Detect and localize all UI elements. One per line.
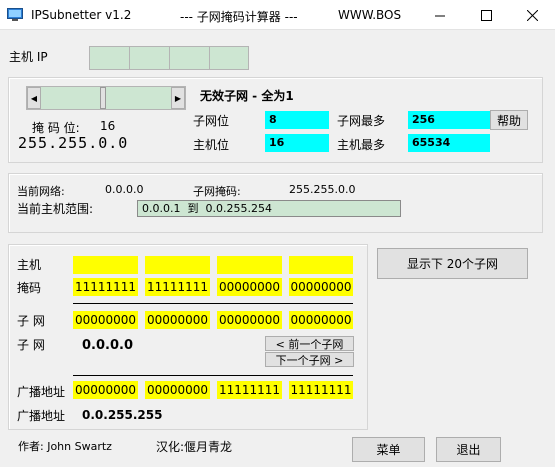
broadcast-binary-label: 广播地址: [17, 385, 66, 399]
subnet-mask-value: 255.255.0.0: [289, 183, 356, 196]
app-title: IPSubnetter v1.2: [31, 8, 132, 22]
max-hosts-value: 65534: [408, 134, 490, 152]
broadcast-binary-octet-3: 11111111: [217, 381, 282, 399]
next-subnet-button[interactable]: 下一个子网 >: [265, 352, 354, 367]
broadcast-value-label: 广播地址: [17, 409, 66, 423]
window-site: WWW.BOS: [338, 8, 402, 22]
prev-subnet-button[interactable]: < 前一个子网: [265, 336, 354, 351]
host-ip-octet-4[interactable]: [209, 46, 249, 70]
max-subnets-label: 子网最多: [337, 114, 386, 128]
subnet-binary-octet-1: 00000000: [73, 311, 138, 329]
author-text: 作者: John Swartz: [18, 440, 112, 453]
localizer-text: 汉化:偃月青龙: [156, 440, 233, 454]
host-binary-octet-1: [73, 256, 138, 274]
window-subtitle: --- 子网掩码计算器 ---: [180, 10, 298, 24]
host-ip-octet-2[interactable]: [129, 46, 170, 70]
host-bits-value: 16: [265, 134, 329, 152]
subnet-binary-octet-2: 00000000: [145, 311, 210, 329]
app-icon: [7, 8, 23, 22]
subnet-value-label: 子 网: [17, 338, 45, 352]
broadcast-binary-octet-2: 00000000: [145, 381, 210, 399]
subnet-bits-label: 子网位: [193, 114, 230, 128]
broadcast-value: 0.0.255.255: [82, 408, 163, 422]
divider: [73, 303, 353, 304]
mask-value: 255.255.0.0: [18, 134, 129, 152]
host-range-label: 当前主机范围:: [17, 202, 94, 216]
divider: [73, 375, 353, 376]
mask-binary-label: 掩码: [17, 281, 42, 295]
max-hosts-label: 主机最多: [337, 138, 386, 152]
broadcast-binary-octet-4: 11111111: [289, 381, 353, 399]
broadcast-binary-octet-1: 00000000: [73, 381, 138, 399]
host-binary-octet-4: [289, 256, 353, 274]
minimize-icon[interactable]: [417, 0, 463, 30]
max-subnets-value: 256: [408, 111, 490, 129]
subnet-bits-value: 8: [265, 111, 329, 129]
maximize-icon[interactable]: [463, 0, 509, 30]
host-binary-octet-3: [217, 256, 282, 274]
mask-binary-octet-3: 00000000: [217, 278, 282, 296]
help-button[interactable]: 帮助: [490, 110, 528, 130]
subnet-binary-octet-3: 00000000: [217, 311, 282, 329]
host-binary-label: 主机: [17, 258, 42, 272]
subnet-mask-label: 子网掩码:: [193, 185, 241, 198]
host-ip-octet-3[interactable]: [169, 46, 210, 70]
slider-left-arrow-icon[interactable]: ◀: [27, 87, 41, 109]
mask-binary-octet-1: 11111111: [73, 278, 138, 296]
slider-right-arrow-icon[interactable]: ▶: [171, 87, 185, 109]
exit-button[interactable]: 退出: [436, 437, 501, 462]
mask-bits-value: 16: [100, 119, 116, 133]
mask-binary-octet-2: 11111111: [145, 278, 210, 296]
current-network-value: 0.0.0.0: [105, 183, 144, 196]
slider-thumb[interactable]: [100, 87, 106, 109]
mask-binary-octet-4: 00000000: [289, 278, 353, 296]
host-range-value: 0.0.0.1 到 0.0.255.254: [137, 200, 401, 217]
menu-button[interactable]: 菜单: [352, 437, 425, 462]
show-next-subnets-button[interactable]: 显示下 20个子网: [377, 248, 528, 279]
subnet-value: 0.0.0.0: [82, 338, 133, 353]
mask-bits-slider[interactable]: [26, 86, 186, 110]
close-icon[interactable]: [509, 0, 555, 30]
host-binary-octet-2: [145, 256, 210, 274]
invalid-subnet-text: 无效子网 - 全为1: [200, 89, 294, 103]
current-network-label: 当前网络:: [17, 185, 65, 198]
subnet-binary-label: 子 网: [17, 314, 45, 328]
host-ip-label: 主机 IP: [9, 50, 48, 64]
subnet-binary-octet-4: 00000000: [289, 311, 353, 329]
host-bits-label: 主机位: [193, 138, 230, 152]
host-ip-octet-1[interactable]: [89, 46, 130, 70]
